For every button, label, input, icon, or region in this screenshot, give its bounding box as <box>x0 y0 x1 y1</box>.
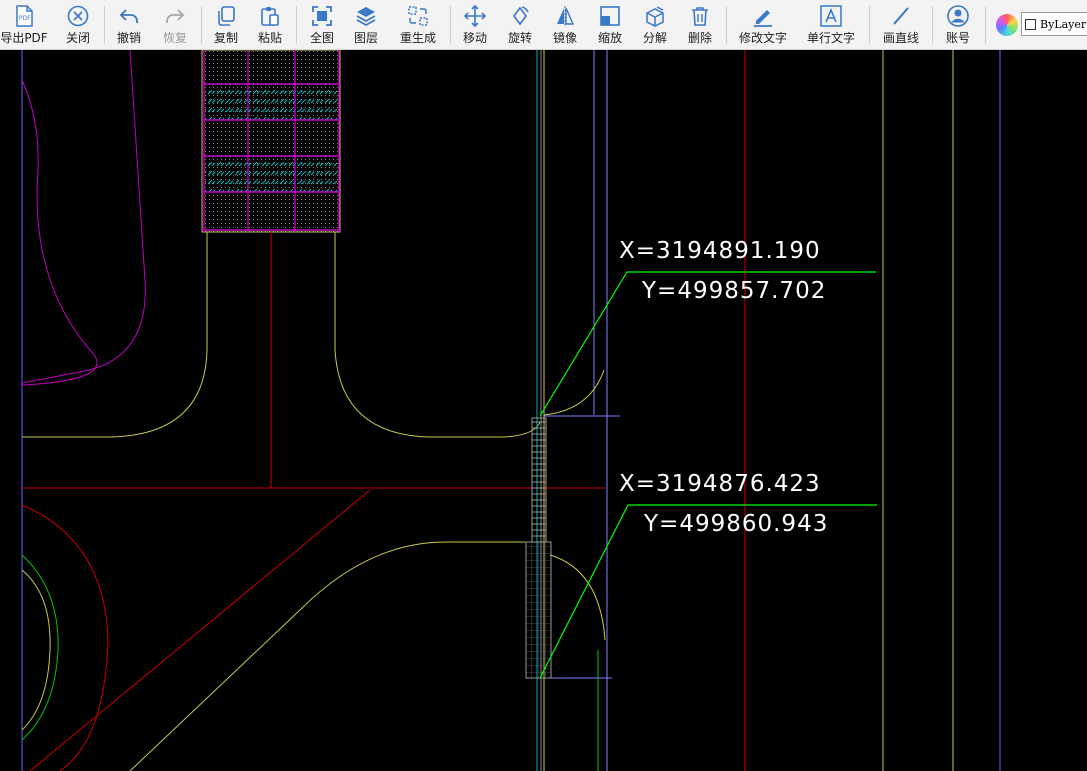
boundary-curve <box>21 79 98 386</box>
redo-icon <box>166 9 185 23</box>
boundary-curve <box>21 50 146 384</box>
scale-button[interactable]: 缩放 <box>594 0 626 50</box>
road-edge <box>299 541 525 611</box>
line-icon <box>893 7 909 25</box>
mirror-icon <box>557 6 575 26</box>
undo-icon <box>119 9 138 23</box>
layers-label: 图层 <box>353 31 378 45</box>
paste-label: 粘贴 <box>257 31 282 45</box>
move-button[interactable]: 移动 <box>459 0 491 50</box>
export-pdf-label: 导出PDF <box>0 31 48 45</box>
layers-icon <box>356 7 376 27</box>
paste-icon <box>261 7 279 26</box>
mirror-label: 镜像 <box>552 31 577 45</box>
account-button[interactable]: 账号 <box>942 0 974 50</box>
coord2-x-label: X=3194876.423 <box>619 471 821 497</box>
circle-arc <box>21 554 59 741</box>
paste-button[interactable]: 粘贴 <box>254 0 286 50</box>
copy-button[interactable]: 复制 <box>210 0 242 50</box>
close-button[interactable]: 关闭 <box>62 0 94 50</box>
svg-text:PDF: PDF <box>19 15 31 22</box>
rotate-label: 旋转 <box>507 31 532 45</box>
red-line <box>29 489 371 771</box>
undo-label: 撤销 <box>116 31 141 45</box>
close-label: 关闭 <box>65 31 90 45</box>
trash-icon <box>692 7 708 26</box>
scale-icon <box>600 6 620 26</box>
toolbar-separator <box>201 6 202 44</box>
road-edge <box>334 232 541 438</box>
redo-button[interactable]: 恢复 <box>159 0 191 50</box>
redo-label: 恢复 <box>162 31 187 45</box>
coord1-x-label: X=3194891.190 <box>619 238 821 264</box>
edit-text-label: 修改文字 <box>738 31 787 45</box>
color-swatch <box>1025 18 1036 30</box>
move-label: 移动 <box>462 31 487 45</box>
zoom-extents-icon <box>312 6 332 26</box>
regen-button[interactable]: 重生成 <box>397 0 439 50</box>
zoom-extents-label: 全图 <box>309 31 334 45</box>
toolbar-separator <box>296 6 297 44</box>
pdf-icon: PDF <box>16 5 33 27</box>
column-block <box>201 50 341 233</box>
toolbar-separator <box>726 6 727 44</box>
text-box-icon <box>820 5 842 27</box>
pencil-icon <box>754 10 772 27</box>
arc-line <box>543 369 605 416</box>
explode-button[interactable]: 分解 <box>639 0 671 50</box>
road-edge <box>22 232 208 438</box>
user-icon <box>947 5 969 27</box>
toolbar: PDF 导出PDF 关闭 撤销 恢复 复制 粘贴 全图 图层 重生成 移动 旋转… <box>0 0 1087 50</box>
layer-select[interactable]: ByLayer <box>1021 12 1087 36</box>
toolbar-separator <box>450 6 451 44</box>
toolbar-separator <box>985 6 986 44</box>
road-edge <box>129 609 301 771</box>
grid-block <box>525 541 552 679</box>
coord2-y-label: Y=499860.943 <box>643 511 828 537</box>
draw-line-label: 画直线 <box>882 31 919 45</box>
drawing-canvas[interactable]: X=3194891.190 Y=499857.702 X=3194876.423… <box>0 50 1087 771</box>
layer-select-value: ByLayer <box>1040 17 1087 31</box>
export-pdf-button[interactable]: PDF 导出PDF <box>0 0 48 50</box>
color-picker-icon[interactable] <box>996 14 1018 36</box>
rotate-button[interactable]: 旋转 <box>504 0 536 50</box>
move-icon <box>463 4 487 28</box>
mirror-button[interactable]: 镜像 <box>549 0 581 50</box>
regen-label: 重生成 <box>399 31 436 45</box>
undo-button[interactable]: 撤销 <box>113 0 145 50</box>
account-label: 账号 <box>945 31 970 45</box>
red-arc <box>21 504 109 771</box>
copy-icon <box>218 6 235 26</box>
regen-icon <box>408 6 428 26</box>
delete-button[interactable]: 删除 <box>684 0 716 50</box>
explode-label: 分解 <box>642 31 667 45</box>
delete-label: 删除 <box>687 31 712 45</box>
scale-label: 缩放 <box>597 31 622 45</box>
edit-text-button[interactable]: 修改文字 <box>736 0 790 50</box>
copy-label: 复制 <box>213 31 238 45</box>
rotate-icon <box>513 6 529 26</box>
toolbar-separator <box>869 6 870 44</box>
toolbar-separator <box>932 6 933 44</box>
single-line-text-label: 单行文字 <box>806 31 855 45</box>
cad-drawing: X=3194891.190 Y=499857.702 X=3194876.423… <box>21 50 1001 771</box>
draw-line-button[interactable]: 画直线 <box>879 0 923 50</box>
layers-button[interactable]: 图层 <box>350 0 382 50</box>
coord1-y-label: Y=499857.702 <box>641 278 826 304</box>
toolbar-separator <box>104 6 105 44</box>
zoom-extents-button[interactable]: 全图 <box>306 0 338 50</box>
explode-icon <box>646 6 664 27</box>
single-line-text-button[interactable]: 单行文字 <box>804 0 858 50</box>
close-icon <box>67 5 89 27</box>
